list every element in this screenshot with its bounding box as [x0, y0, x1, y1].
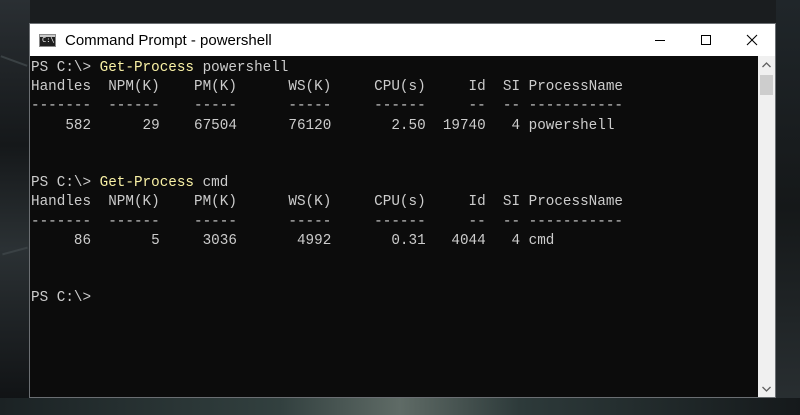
console-output[interactable]: PS C:\> Get-Process powershell Handles N…: [30, 56, 758, 397]
maximize-icon: [701, 35, 711, 45]
prompt: PS C:\>: [31, 290, 92, 307]
scroll-up-button[interactable]: [758, 56, 775, 73]
table-separator: ------- ------ ----- ----- ------ -- -- …: [31, 98, 623, 115]
table-row: 86 5 3036 4992 0.31 4044 4 cmd: [31, 232, 555, 249]
prompt: PS C:\>: [31, 175, 100, 192]
close-button[interactable]: [729, 24, 775, 56]
prompt: PS C:\>: [31, 60, 100, 76]
table-header: Handles NPM(K) PM(K) WS(K) CPU(s) Id SI …: [31, 79, 623, 96]
table-separator: ------- ------ ----- ----- ------ -- -- …: [31, 213, 623, 230]
window-controls: [637, 24, 775, 56]
maximize-button[interactable]: [683, 24, 729, 56]
desktop-background-bottom: [0, 398, 800, 415]
table-row: 582 29 67504 76120 2.50 19740 4 powershe…: [31, 117, 615, 134]
command-prompt-window[interactable]: C:\ Command Prompt - powershell PS C:\> …: [29, 23, 776, 398]
scroll-up-arrow-icon: [762, 61, 771, 67]
title-bar[interactable]: C:\ Command Prompt - powershell: [30, 24, 775, 56]
window-title: Command Prompt - powershell: [65, 31, 272, 49]
console-line: PS C:\> Get-Process powershell: [30, 59, 758, 78]
command-name: Get-Process: [99, 175, 195, 192]
minimize-icon: [655, 40, 665, 41]
vertical-scrollbar[interactable]: [758, 56, 775, 397]
cmd-app-icon[interactable]: C:\: [39, 33, 56, 47]
console-line: PS C:\> Get-Process cmd: [30, 174, 758, 193]
command-name: Get-Process: [99, 60, 195, 76]
scrollbar-thumb[interactable]: [760, 75, 773, 95]
close-icon: [746, 34, 758, 46]
desktop-background-right: [776, 0, 800, 415]
command-args: cmd: [194, 175, 229, 192]
table-header: Handles NPM(K) PM(K) WS(K) CPU(s) Id SI …: [31, 194, 623, 211]
console-line: PS C:\>: [30, 289, 758, 308]
scroll-down-button[interactable]: [758, 380, 775, 397]
command-args: powershell: [194, 60, 289, 76]
scroll-down-arrow-icon: [762, 386, 771, 392]
minimize-button[interactable]: [637, 24, 683, 56]
